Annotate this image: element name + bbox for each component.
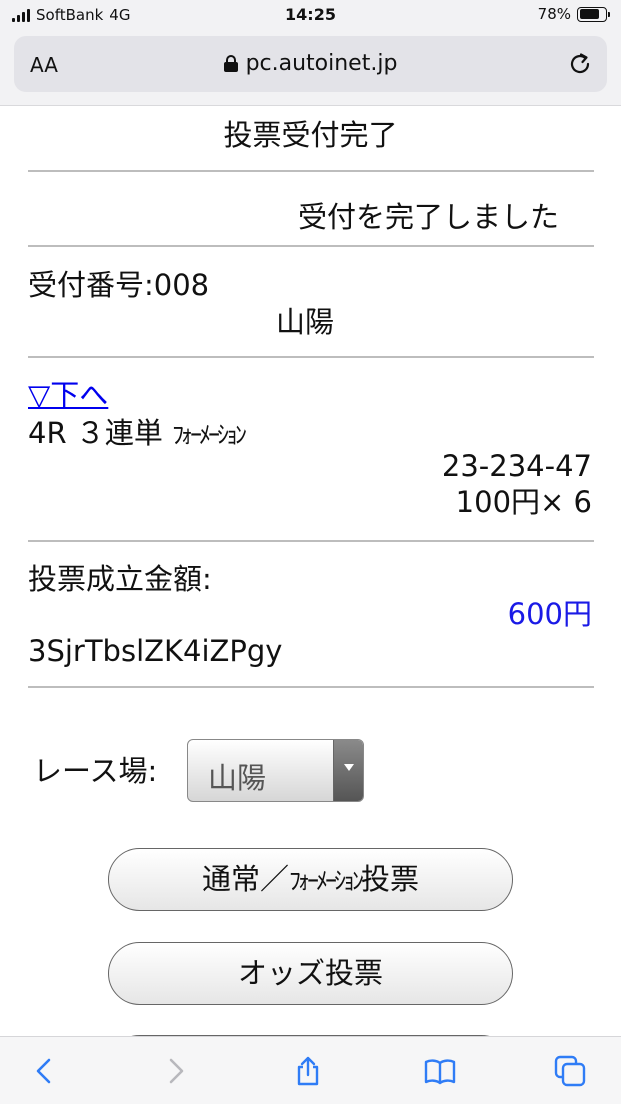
button-label-part: ﾌｫｰﾒｰｼｮﾝ (289, 867, 364, 895)
bet-type: ３連単 (75, 416, 163, 450)
total-amount: 600円 (507, 597, 592, 631)
venue-name: 山陽 (276, 305, 335, 339)
tabs-icon[interactable] (554, 1055, 586, 1087)
divider (28, 245, 594, 247)
browser-toolbar (0, 1036, 621, 1104)
back-icon[interactable] (28, 1055, 60, 1087)
url-text: pc.autoinet.jp (245, 51, 398, 76)
lock-icon (223, 55, 238, 72)
venue-select-value: 山陽 (208, 761, 267, 795)
bet-method: ﾌｫｰﾒｰｼｮﾝ (172, 421, 247, 449)
forward-icon[interactable] (160, 1055, 192, 1087)
divider (28, 540, 594, 542)
receipt-number: 受付番号:008 (28, 268, 210, 302)
button-label-part: 通常／ (201, 862, 289, 896)
bet-stake: 100円× 6 (455, 485, 592, 519)
bet-description: 4R ３連単 ﾌｫｰﾒｰｼｮﾝ (28, 416, 247, 450)
odds-vote-button[interactable]: オッズ投票 (108, 942, 513, 1005)
scroll-down-link[interactable]: ▽下へ (28, 381, 108, 410)
clock: 14:25 (285, 5, 336, 24)
chevron-down-icon (333, 740, 363, 801)
venue-select[interactable]: 山陽 (187, 739, 364, 802)
reload-icon[interactable] (567, 51, 593, 77)
page-title: 投票受付完了 (223, 118, 398, 152)
venue-select-label: レース場: (33, 754, 158, 788)
total-label: 投票成立金額: (28, 562, 212, 596)
battery-icon (577, 6, 610, 22)
status-bar: SoftBank 4G 14:25 78% (0, 0, 621, 32)
normal-formation-vote-button[interactable]: 通常／ﾌｫｰﾒｰｼｮﾝ投票 (108, 848, 513, 911)
bet-combination: 23-234-47 (441, 449, 592, 483)
button-label-part: 投票 (361, 862, 420, 896)
race-number: 4R (28, 416, 67, 450)
confirmation-code: 3SjrTbslZK4iZPgy (28, 634, 283, 668)
divider (28, 356, 594, 358)
battery-info: 78% (537, 5, 610, 23)
share-icon[interactable] (292, 1055, 324, 1087)
url-field[interactable]: pc.autoinet.jp (14, 51, 607, 76)
completion-message-marquee: 受付を完了しました (28, 191, 594, 231)
bookmarks-icon[interactable] (424, 1055, 456, 1087)
completion-message: 受付を完了しました (298, 200, 560, 231)
browser-address-area: AA pc.autoinet.jp (0, 32, 621, 106)
divider (28, 686, 594, 688)
divider (28, 170, 594, 172)
address-bar[interactable]: AA pc.autoinet.jp (14, 36, 607, 92)
battery-percent: 78% (537, 5, 571, 23)
